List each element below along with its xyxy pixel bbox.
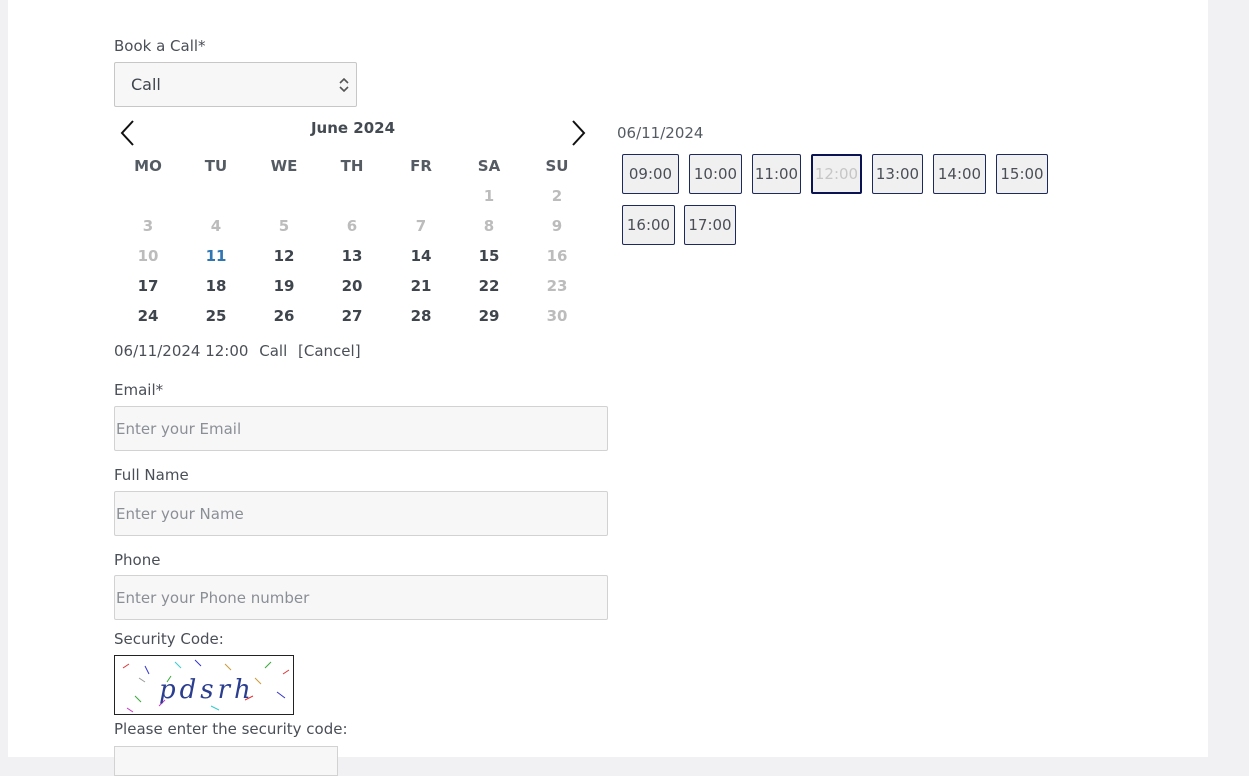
calendar-day: 7	[415, 217, 427, 235]
calendar-day[interactable]: 24	[118, 307, 178, 325]
summary-type: Call	[259, 342, 288, 360]
calendar-day: 5	[278, 217, 290, 235]
chevron-left-icon	[120, 120, 134, 146]
time-slot-button[interactable]: 14:00	[933, 154, 986, 194]
phone-input[interactable]	[114, 575, 608, 620]
captcha-noise-graphic: pdsrh	[122, 659, 290, 713]
weekday-label: SU	[545, 157, 569, 175]
time-slot-button[interactable]: 10:00	[689, 154, 742, 194]
book-call-select[interactable]: Call	[114, 62, 357, 107]
calendar-day: 3	[142, 217, 154, 235]
time-slot-button[interactable]: 17:00	[684, 205, 736, 245]
booking-summary: 06/11/2024 12:00 Call [Cancel]	[114, 342, 367, 360]
calendar-day[interactable]: 12	[254, 247, 314, 265]
enter-security-code-label: Please enter the security code:	[114, 720, 348, 738]
weekday-label: MO	[134, 157, 162, 175]
calendar-day[interactable]: 17	[118, 277, 178, 295]
calendar-day: 23	[546, 277, 568, 295]
calendar-day[interactable]: 14	[391, 247, 451, 265]
selected-date-header: 06/11/2024	[617, 124, 704, 142]
phone-label: Phone	[114, 551, 161, 569]
calendar-day[interactable]: 15	[459, 247, 519, 265]
weekday-label: TU	[204, 157, 228, 175]
calendar-day: 9	[551, 217, 563, 235]
summary-datetime: 06/11/2024 12:00	[114, 342, 249, 360]
calendar-month-title: June 2024	[310, 119, 396, 137]
time-slot-button[interactable]: 12:00	[811, 154, 862, 194]
book-call-select-value: Call	[131, 75, 161, 94]
weekday-label: TH	[340, 157, 364, 175]
time-slot-button[interactable]: 15:00	[996, 154, 1048, 194]
email-label: Email*	[114, 381, 164, 399]
chevron-updown-icon	[339, 78, 349, 92]
captcha-image: pdsrh	[114, 655, 294, 715]
weekday-label: WE	[270, 157, 298, 175]
full-name-label: Full Name	[114, 466, 189, 484]
time-slot-button[interactable]: 09:00	[622, 154, 679, 194]
time-slot-button[interactable]: 13:00	[872, 154, 923, 194]
calendar-day: 8	[483, 217, 495, 235]
calendar-day[interactable]: 18	[186, 277, 246, 295]
prev-month-button[interactable]	[118, 118, 138, 152]
calendar-day[interactable]: 26	[254, 307, 314, 325]
calendar-day[interactable]: 27	[322, 307, 382, 325]
calendar-day[interactable]: 28	[391, 307, 451, 325]
full-name-input[interactable]	[114, 491, 608, 536]
email-input[interactable]	[114, 406, 608, 451]
weekday-label: SA	[477, 157, 501, 175]
cancel-link[interactable]: [Cancel]	[298, 342, 361, 360]
calendar-day: 1	[483, 187, 495, 205]
calendar-day[interactable]: 20	[322, 277, 382, 295]
calendar-day: 6	[346, 217, 358, 235]
chevron-right-icon	[572, 120, 586, 146]
captcha-text: pdsrh	[159, 675, 255, 705]
calendar-day[interactable]: 11	[186, 247, 246, 265]
weekday-label: FR	[410, 157, 432, 175]
calendar-day[interactable]: 29	[459, 307, 519, 325]
security-code-input[interactable]	[114, 746, 338, 776]
calendar-day[interactable]: 19	[254, 277, 314, 295]
calendar-day: 30	[546, 307, 568, 325]
calendar-day: 4	[210, 217, 222, 235]
book-call-label: Book a Call*	[114, 37, 206, 55]
calendar-day: 10	[137, 247, 159, 265]
calendar-day[interactable]: 21	[391, 277, 451, 295]
calendar-day[interactable]: 22	[459, 277, 519, 295]
calendar-day: 2	[551, 187, 563, 205]
time-slot-button[interactable]: 11:00	[752, 154, 801, 194]
time-slot-button[interactable]: 16:00	[622, 205, 675, 245]
calendar-day[interactable]: 25	[186, 307, 246, 325]
calendar-day: 16	[546, 247, 568, 265]
security-code-label: Security Code:	[114, 630, 224, 648]
calendar-day[interactable]: 13	[322, 247, 382, 265]
next-month-button[interactable]	[568, 118, 588, 152]
